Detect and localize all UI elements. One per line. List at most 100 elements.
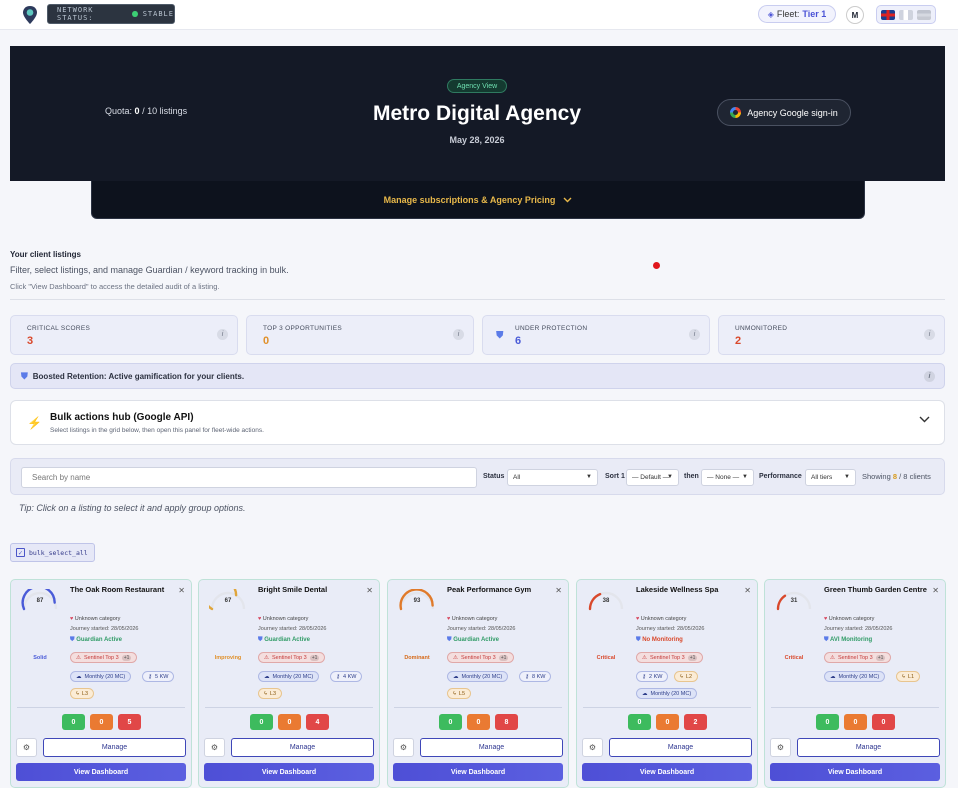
info-icon[interactable]: i: [453, 329, 464, 340]
level-pill[interactable]: ϟ L5: [447, 688, 472, 699]
info-icon[interactable]: i: [924, 329, 935, 340]
client-card[interactable]: 38 Critical Lakeside Wellness Spa ✕ ♥ Unknow…: [576, 579, 758, 788]
manage-button[interactable]: Manage: [231, 738, 374, 757]
sentinel-extra: +1: [498, 654, 509, 661]
heart-icon: ♥: [258, 616, 262, 622]
flag-uk-icon[interactable]: [881, 9, 895, 20]
sentinel-pill[interactable]: ⚠ Sentinel Top 3 +1: [824, 652, 892, 663]
avatar[interactable]: M: [846, 6, 864, 24]
cloud-icon: ☁: [264, 673, 270, 680]
cloud-icon: ☁: [76, 673, 82, 680]
sort2-select[interactable]: — None — ▼: [701, 469, 754, 486]
keywords-pill[interactable]: ⚷ 4 KW: [330, 671, 363, 682]
chevron-down-icon: [563, 197, 572, 202]
warning-icon: ⚠: [830, 654, 835, 661]
close-icon[interactable]: ✕: [744, 586, 751, 595]
client-card[interactable]: 93 Dominant Peak Performance Gym ✕ ♥ Unknown…: [387, 579, 569, 788]
guardian-text: AVI Monitoring: [829, 637, 873, 643]
gear-icon[interactable]: ⚙: [770, 738, 791, 757]
bolt-icon: ϟ: [902, 673, 905, 680]
subscriptions-label: Manage subscriptions & Agency Pricing: [383, 194, 556, 205]
client-name: Bright Smile Dental: [258, 585, 328, 594]
score-value: 67: [224, 598, 232, 604]
manage-subscriptions-toggle[interactable]: Manage subscriptions & Agency Pricing: [91, 181, 865, 219]
page-date: May 28, 2026: [449, 135, 505, 145]
view-dashboard-button[interactable]: View Dashboard: [582, 763, 752, 781]
client-card[interactable]: 31 Critical Green Thumb Garden Centre ✕ ♥ Un…: [764, 579, 946, 788]
bulk-hub-description: Select listings in the grid below, then …: [50, 427, 264, 434]
google-signin-label: Agency Google sign-in: [747, 107, 838, 118]
showing-prefix: Showing: [862, 472, 891, 481]
stat-value: 0: [263, 335, 270, 347]
sentinel-pill[interactable]: ⚠ Sentinel Top 3 +1: [70, 652, 138, 663]
stat-value: 2: [735, 335, 742, 347]
agency-view-badge: Agency View: [447, 79, 507, 93]
fleet-tier-button[interactable]: ◈ Fleet: Tier 1: [758, 5, 836, 23]
client-card[interactable]: 67 Improving Bright Smile Dental ✕ ♥ Unknown…: [198, 579, 380, 788]
close-icon[interactable]: ✕: [555, 586, 562, 595]
client-category: ♥ Unknown category: [447, 616, 497, 622]
monthly-pill[interactable]: ☁ Monthly (20 MC): [70, 671, 132, 682]
monthly-pill[interactable]: ☁ Monthly (20 MC): [824, 671, 886, 682]
level-text: L5: [458, 690, 466, 697]
close-icon[interactable]: ✕: [366, 586, 373, 595]
bulk-select-all-checkbox[interactable]: ✓ bulk_select_all: [10, 543, 95, 562]
key-icon: ⚷: [525, 673, 530, 680]
keywords-pill[interactable]: ⚷ 8 KW: [519, 671, 552, 682]
keywords-pill[interactable]: ⚷ 5 KW: [142, 671, 175, 682]
level-pill[interactable]: ϟ L2: [674, 671, 699, 682]
gear-icon[interactable]: ⚙: [582, 738, 603, 757]
view-dashboard-button[interactable]: View Dashboard: [204, 763, 374, 781]
gear-icon[interactable]: ⚙: [16, 738, 37, 757]
info-icon[interactable]: i: [689, 329, 700, 340]
status-select[interactable]: All ▼: [507, 469, 598, 486]
level-pill[interactable]: ϟ L3: [70, 688, 95, 699]
close-icon[interactable]: ✕: [178, 586, 185, 595]
guardian-status: ⛊ AVI Monitoring: [824, 637, 872, 644]
client-card[interactable]: 87 Solid The Oak Room Restaurant ✕ ♥ Unknown…: [10, 579, 192, 788]
search-input[interactable]: [21, 467, 477, 488]
gear-icon[interactable]: ⚙: [393, 738, 414, 757]
sort1-select[interactable]: — Default — ▼: [626, 469, 679, 486]
monthly-pill[interactable]: ☁ Monthly (20 MC): [447, 671, 509, 682]
score-red: 2: [684, 714, 707, 730]
cloud-icon: ☁: [830, 673, 836, 680]
gear-icon[interactable]: ⚙: [204, 738, 225, 757]
view-dashboard-button[interactable]: View Dashboard: [770, 763, 940, 781]
manage-button[interactable]: Manage: [609, 738, 752, 757]
flag-de-icon[interactable]: [917, 9, 931, 20]
view-dashboard-button[interactable]: View Dashboard: [16, 763, 186, 781]
level-pill[interactable]: ϟ L3: [258, 688, 283, 699]
monthly-text: Monthly (20 MC): [272, 673, 314, 680]
manage-button[interactable]: Manage: [797, 738, 940, 757]
score-green: 0: [62, 714, 85, 730]
level-pill[interactable]: ϟ L1: [896, 671, 921, 682]
performance-select[interactable]: All tiers ▼: [805, 469, 856, 486]
score-orange: 0: [467, 714, 490, 730]
sentinel-pill[interactable]: ⚠ Sentinel Top 3 +1: [258, 652, 326, 663]
journey-started: Journey started: 28/05/2026: [70, 626, 139, 632]
bulk-actions-hub[interactable]: ⚡ Bulk actions hub (Google API) Select l…: [10, 400, 945, 445]
view-dashboard-button[interactable]: View Dashboard: [393, 763, 563, 781]
keywords-pill[interactable]: ⚷ 2 KW: [636, 671, 669, 682]
manage-button[interactable]: Manage: [43, 738, 186, 757]
location-pin-logo-icon[interactable]: [22, 5, 38, 25]
sentinel-pill[interactable]: ⚠ Sentinel Top 3 +1: [447, 652, 515, 663]
score-green: 0: [439, 714, 462, 730]
manage-button[interactable]: Manage: [420, 738, 563, 757]
close-icon[interactable]: ✕: [932, 586, 939, 595]
score-orange: 0: [844, 714, 867, 730]
monthly-pill[interactable]: ☁ Monthly (20 MC): [258, 671, 320, 682]
divider: [17, 707, 185, 708]
sentinel-pill[interactable]: ⚠ Sentinel Top 3 +1: [636, 652, 704, 663]
score-green: 0: [816, 714, 839, 730]
monthly-text: Monthly (20 MC): [461, 673, 503, 680]
info-icon[interactable]: i: [924, 371, 935, 382]
flag-fr-icon[interactable]: [899, 9, 913, 20]
client-category: ♥ Unknown category: [258, 616, 308, 622]
chevron-down-icon[interactable]: [919, 416, 930, 423]
info-icon[interactable]: i: [217, 329, 228, 340]
monthly-pill[interactable]: ☁ Monthly (20 MC): [636, 688, 698, 699]
score-gauge: 67: [202, 580, 247, 613]
agency-google-signin-button[interactable]: Agency Google sign-in: [717, 99, 851, 126]
